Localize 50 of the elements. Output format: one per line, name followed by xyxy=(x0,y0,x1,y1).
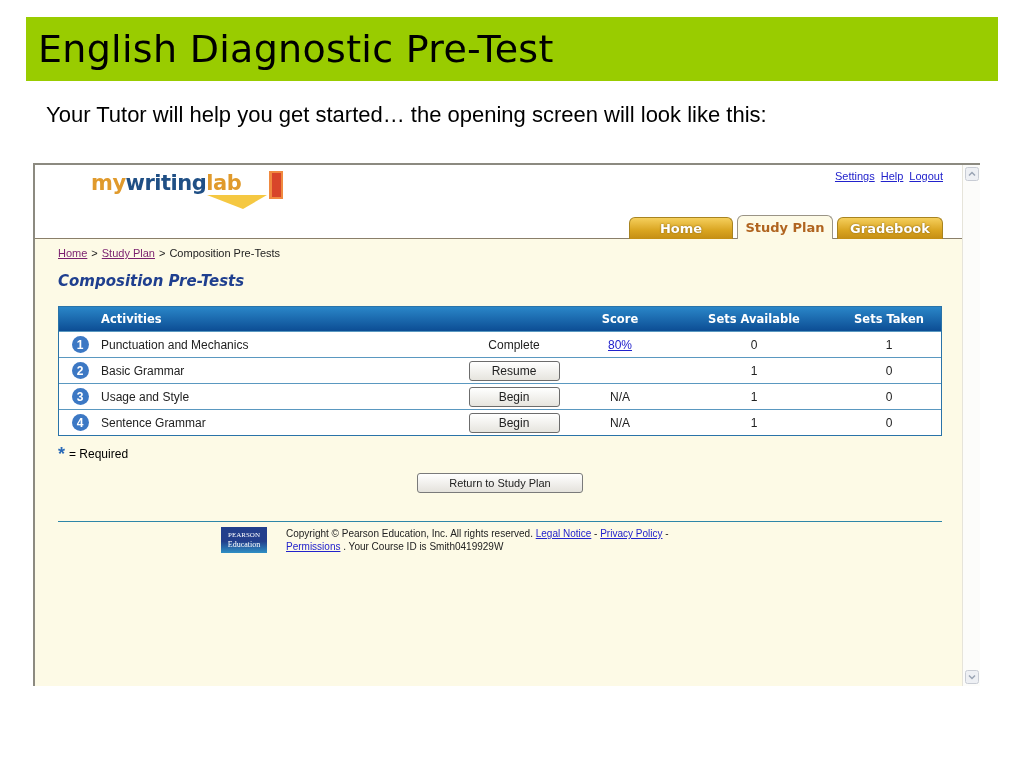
activity-button[interactable]: Begin xyxy=(468,412,560,433)
breadcrumb-separator: > xyxy=(91,247,98,259)
step-number: 1 xyxy=(71,336,89,353)
column-header: Score xyxy=(601,312,639,326)
scroll-down-icon[interactable] xyxy=(964,670,979,684)
header-link[interactable]: Help xyxy=(880,170,904,182)
score-text: N/A xyxy=(610,389,630,404)
permissions-link[interactable]: Permissions xyxy=(286,541,341,552)
breadcrumb-link[interactable]: Home xyxy=(58,247,88,259)
legal-link[interactable]: Legal Notice xyxy=(535,528,592,539)
table-cell: 1 xyxy=(885,337,893,352)
score-link[interactable]: 80% xyxy=(608,337,632,352)
table-cell: 0 xyxy=(750,337,758,352)
table-cell: 1 xyxy=(750,363,758,378)
step-number: 2 xyxy=(71,362,89,379)
scrollbar[interactable] xyxy=(962,165,980,686)
copyright-notice: Copyright © Pearson Education, Inc. All rights reserved. Legal Notice - Privacy Policy - Permissions . Your Course ID is Smith0419929W xyxy=(286,527,669,553)
column-header: Sets Available xyxy=(708,312,800,326)
logo-wordmark: mywritinglab xyxy=(91,170,242,197)
slide-subtitle: Your Tutor will help you get started… the opening screen will look like this: xyxy=(46,102,767,128)
required-legend: = Required xyxy=(69,447,129,461)
table-cell: 1 xyxy=(750,415,758,430)
activity-button[interactable]: Begin xyxy=(468,386,560,407)
page-heading: Composition Pre-Tests xyxy=(58,272,246,290)
slide-title: English Diagnostic Pre-Test xyxy=(38,27,554,71)
breadcrumb-separator: > xyxy=(159,247,166,259)
activity-name: Sentence Grammar xyxy=(101,415,207,430)
return-button[interactable]: Return to Study Plan xyxy=(417,473,583,493)
table-cell: 0 xyxy=(885,389,893,404)
privacy-link[interactable]: Privacy Policy xyxy=(600,528,663,539)
table-cell: 0 xyxy=(885,363,893,378)
activity-name: Basic Grammar xyxy=(101,363,186,378)
nav-tab[interactable]: Study Plan xyxy=(737,215,833,239)
column-header: Activities xyxy=(101,312,163,326)
table-cell: 1 xyxy=(750,389,758,404)
header-link[interactable]: Settings xyxy=(834,170,875,182)
status-text: Complete xyxy=(488,337,540,352)
breadcrumb-link[interactable]: Study Plan xyxy=(101,247,155,259)
score-text: N/A xyxy=(610,415,630,430)
step-number: 3 xyxy=(71,388,89,405)
activity-button[interactable]: Resume xyxy=(468,360,560,381)
activity-name: Punctuation and Mechanics xyxy=(101,337,250,352)
required-mark: * xyxy=(58,448,65,460)
breadcrumb-current: Composition Pre-Tests xyxy=(169,247,281,259)
header-link[interactable]: Logout xyxy=(909,170,943,182)
activity-name: Usage and Style xyxy=(101,389,191,404)
step-number: 4 xyxy=(71,414,89,431)
table-cell: 0 xyxy=(885,415,893,430)
column-header: Sets Taken xyxy=(854,312,924,326)
scroll-up-icon[interactable] xyxy=(964,167,979,181)
